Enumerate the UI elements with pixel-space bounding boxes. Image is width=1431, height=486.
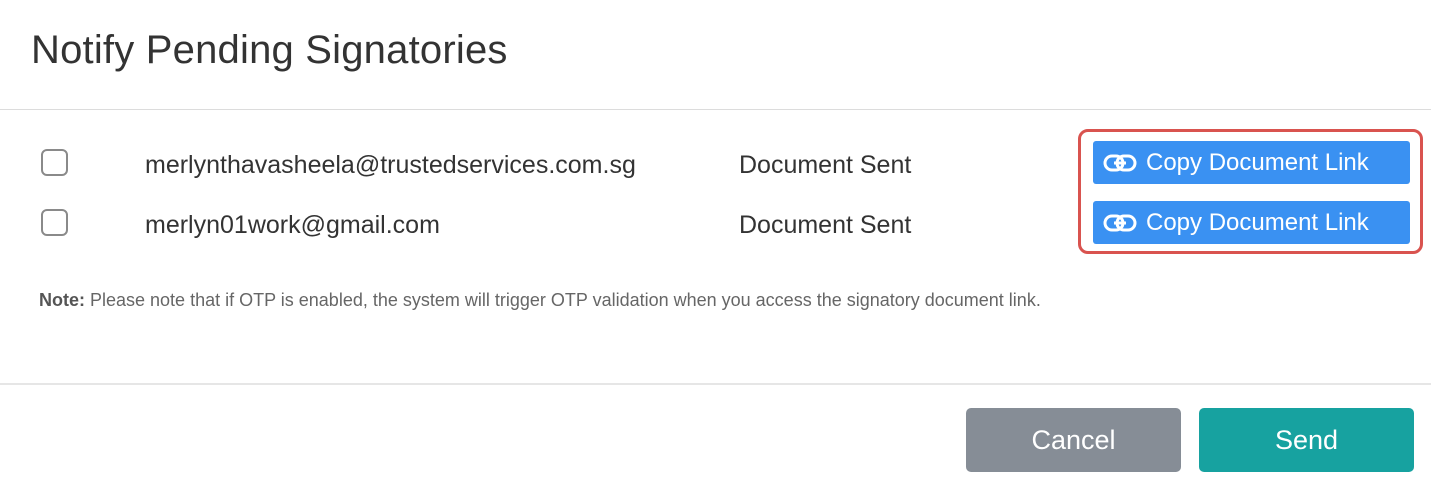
- signatory-checkbox[interactable]: [41, 209, 68, 236]
- signatory-status: Document Sent: [739, 211, 912, 239]
- signatory-email: merlynthavasheela@trustedservices.com.sg: [145, 151, 636, 179]
- note-text: Please note that if OTP is enabled, the …: [85, 290, 1041, 310]
- footer-divider: [0, 383, 1431, 385]
- dialog-title: Notify Pending Signatories: [31, 28, 508, 72]
- cancel-button[interactable]: Cancel: [966, 408, 1181, 472]
- signatory-email: merlyn01work@gmail.com: [145, 211, 440, 239]
- notify-pending-signatories-dialog: Notify Pending Signatories merlynthavash…: [0, 0, 1431, 486]
- dialog-header: Notify Pending Signatories: [0, 0, 1431, 110]
- signatory-status: Document Sent: [739, 151, 912, 179]
- signatory-checkbox[interactable]: [41, 149, 68, 176]
- otp-note: Note: Please note that if OTP is enabled…: [39, 290, 1041, 311]
- send-button[interactable]: Send: [1199, 408, 1414, 472]
- note-label: Note:: [39, 290, 85, 310]
- highlight-annotation-box: [1078, 129, 1423, 254]
